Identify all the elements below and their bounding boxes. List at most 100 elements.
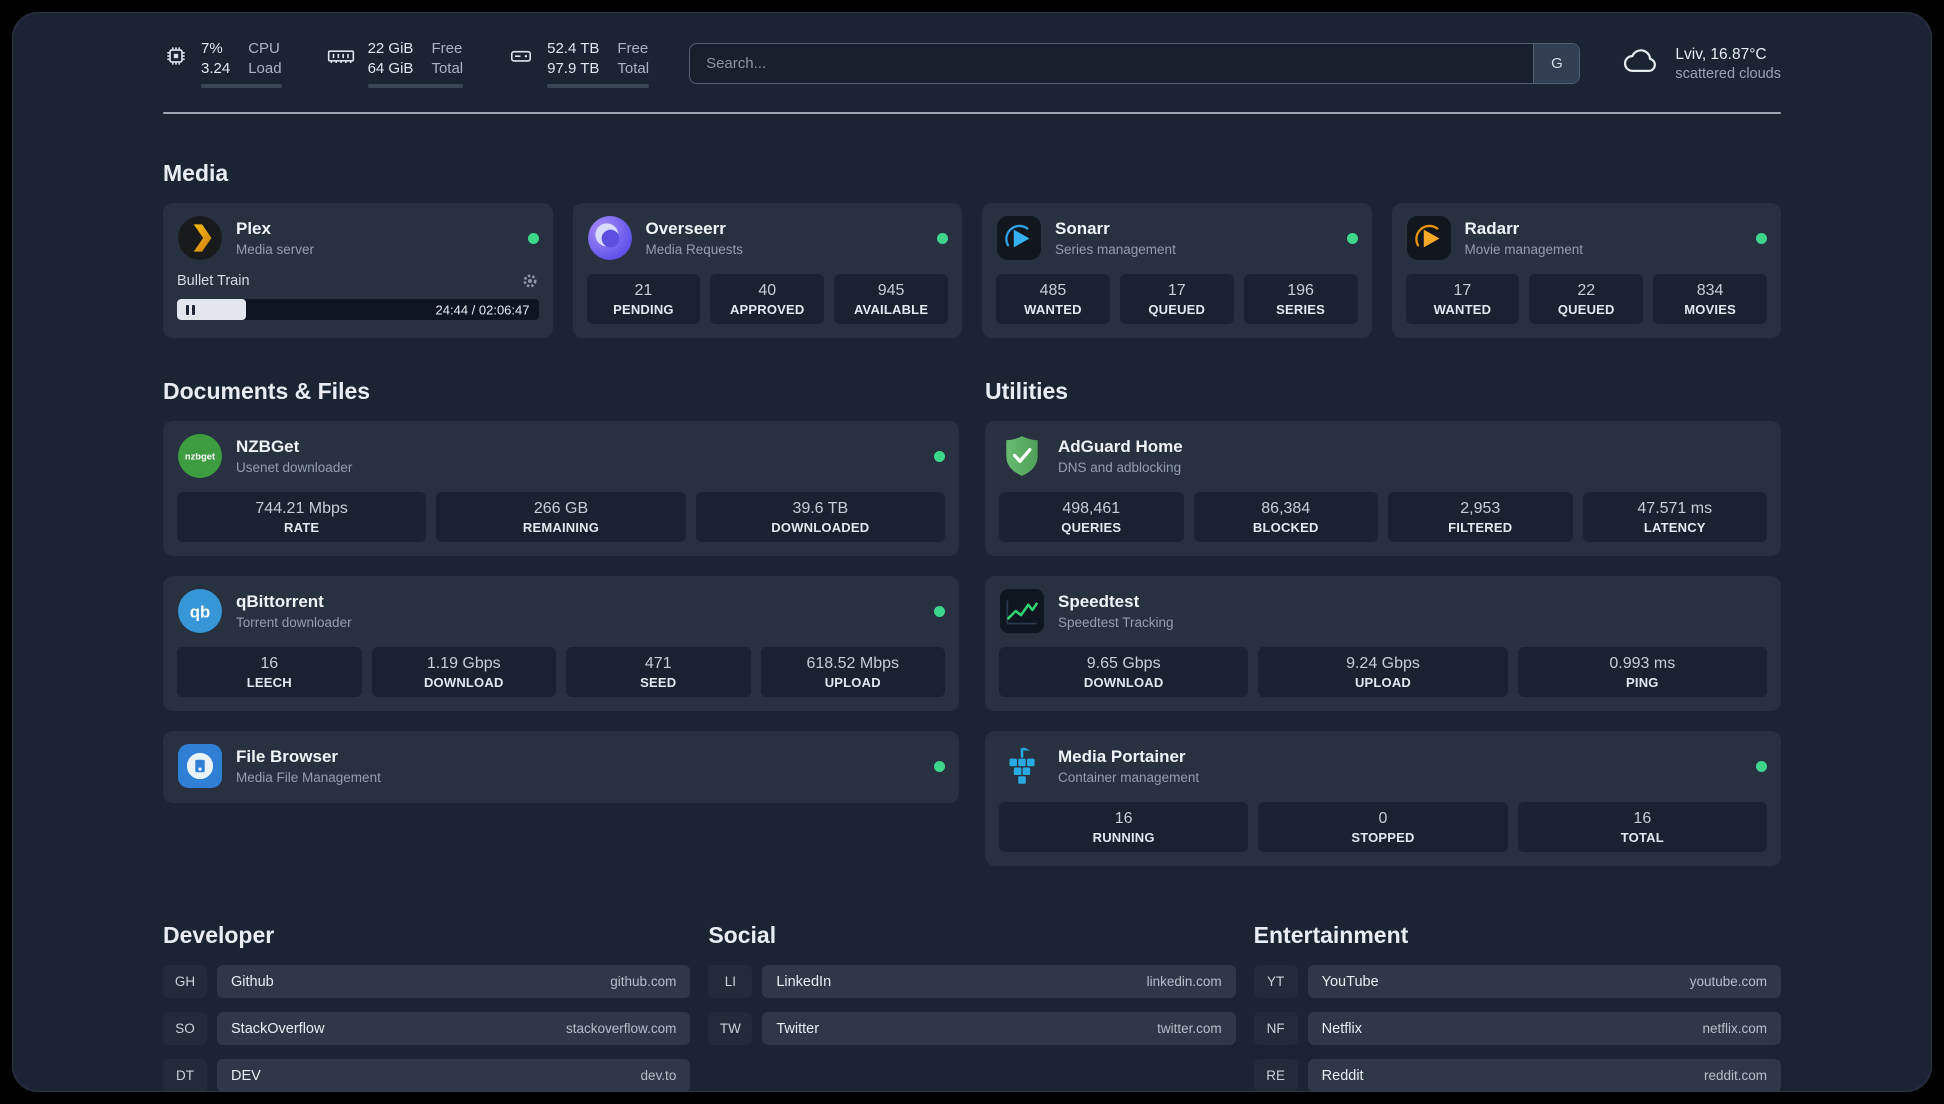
bookmark-domain: reddit.com [1703,1068,1767,1083]
cpu-progress-bar [201,84,282,88]
bookmark-abbr: YT [1253,965,1298,998]
stat-filtered: 2,953 FILTERED [1388,492,1573,542]
adguard-icon[interactable] [999,433,1045,479]
stat-approved: 40 APPROVED [710,274,825,324]
media-grid: Plex Media server Bullet Train 24:44 / 0 [163,203,1781,338]
service-name[interactable]: AdGuard Home [1058,437,1183,457]
weather-location: Lviv, 16.87°C [1675,45,1767,63]
bookmark-linkedin[interactable]: LI LinkedIn linkedin.com [708,965,1236,998]
pause-icon[interactable] [186,304,195,315]
status-dot [934,760,945,772]
service-desc: Speedtest Tracking [1058,614,1174,630]
memory-progress-bar [367,84,464,88]
plex-icon[interactable] [177,215,223,261]
bookmark-name: DEV [231,1067,261,1084]
overseerr-icon[interactable] [587,215,633,261]
service-name[interactable]: Overseerr [646,219,744,239]
bookmark-abbr: RE [1253,1059,1298,1091]
memory-label-bottom: Total [431,59,464,77]
disk-label-bottom: Total [617,59,650,77]
playback-progress-bar: 24:44 / 02:06:47 [177,299,539,320]
radarr-icon[interactable] [1406,215,1452,261]
stat-ping: 0.993 ms PING [1517,647,1767,697]
bookmark-domain: twitter.com [1157,1021,1222,1036]
service-name[interactable]: Plex [236,219,314,239]
gear-icon[interactable] [521,272,539,290]
service-name[interactable]: Media Portainer [1058,747,1199,767]
header-divider [163,112,1781,114]
service-desc: Series management [1055,241,1176,257]
service-name[interactable]: Radarr [1465,219,1584,239]
bookmark-reddit[interactable]: RE Reddit reddit.com [1253,1059,1781,1091]
bookmark-name: Netflix [1321,1020,1362,1037]
filebrowser-icon[interactable] [177,743,223,789]
section-title-utilities: Utilities [985,378,1069,404]
bookmark-dev[interactable]: DT DEV dev.to [163,1059,691,1091]
service-name[interactable]: Speedtest [1058,592,1174,612]
service-name[interactable]: qBittorrent [236,592,352,612]
bookmark-name: LinkedIn [776,973,832,990]
stat-download: 9.65 Gbps DOWNLOAD [999,647,1249,697]
stat-stopped: 0 STOPPED [1258,802,1508,852]
bookmark-domain: stackoverflow.com [566,1021,677,1036]
bookmark-name: StackOverflow [231,1020,325,1037]
disk-total: 97.9 TB [547,59,600,77]
bookmark-twitter[interactable]: TW Twitter twitter.com [708,1012,1236,1045]
bookmark-domain: youtube.com [1689,974,1767,989]
memory-icon [326,43,356,74]
service-name[interactable]: File Browser [236,747,381,767]
service-name[interactable]: NZBGet [236,437,352,457]
status-dot [527,232,539,244]
service-desc: Container management [1058,769,1200,785]
bookmark-youtube[interactable]: YT YouTube youtube.com [1253,965,1781,998]
sonarr-icon[interactable] [996,215,1042,261]
bookmark-domain: linkedin.com [1146,974,1222,989]
stat-wanted: 485 WANTED [996,274,1110,324]
service-desc: Usenet downloader [236,459,353,475]
service-name[interactable]: Sonarr [1055,219,1176,239]
section-title-entertainment: Entertainment [1253,922,1409,948]
stat-total: 16 TOTAL [1517,802,1767,852]
status-dot [937,232,948,244]
service-card-adguard: AdGuard Home DNS and adblocking 498,461 … [985,421,1781,556]
service-card-plex: Plex Media server Bullet Train 24:44 / 0 [163,203,553,338]
section-title-documents: Documents & Files [163,378,371,404]
weather-condition: scattered clouds [1675,65,1781,82]
bookmark-abbr: GH [163,965,207,998]
speedtest-icon[interactable] [999,588,1045,634]
stat-latency: 47.571 ms LATENCY [1582,492,1767,542]
cpu-label-top: CPU [248,40,280,57]
memory-total: 64 GiB [367,59,414,77]
service-card-overseerr: Overseerr Media Requests 21 PENDING 40 A… [572,203,962,338]
bookmark-domain: netflix.com [1702,1021,1767,1036]
nzbget-icon[interactable]: nzbget [177,433,223,479]
status-dot [934,605,945,617]
status-dot [1346,232,1358,244]
bookmark-github[interactable]: GH Github github.com [163,965,691,998]
stat-seed: 471 SEED [566,647,751,697]
service-card-sonarr: Sonarr Series management 485 WANTED 17 Q… [982,203,1372,338]
stat-movies: 834 MOVIES [1653,274,1767,324]
search-input[interactable] [690,44,1534,83]
bookmark-stackoverflow[interactable]: SO StackOverflow stackoverflow.com [163,1012,691,1045]
search-provider-button[interactable]: G [1533,44,1580,83]
dashboard: 7% CPU 3.24 Load 22 GiB Free 64 GiB Tota… [12,12,1932,1092]
cpu-percent: 7% [201,40,223,57]
memory-widget: 22 GiB Free 64 GiB Total [326,39,464,88]
stat-available: 945 AVAILABLE [834,274,948,324]
service-card-qbittorrent: qb qBittorrent Torrent downloader 16 LEE… [163,576,959,711]
portainer-icon[interactable] [999,743,1045,789]
disk-free: 52.4 TB [547,40,600,57]
stat-rate: 744.21 Mbps RATE [177,492,427,542]
weather-widget: Lviv, 16.87°C scattered clouds [1620,45,1781,82]
qbittorrent-icon[interactable]: qb [177,588,223,634]
disk-label-top: Free [617,40,649,57]
service-desc: Media server [236,241,315,257]
svg-text:nzbget: nzbget [185,451,216,462]
status-dot [934,450,945,462]
resource-widgets: 7% CPU 3.24 Load 22 GiB Free 64 GiB Tota… [163,39,650,88]
stat-pending: 21 PENDING [586,274,701,324]
service-desc: Media File Management [236,769,381,785]
stat-upload: 618.52 Mbps UPLOAD [760,647,945,697]
bookmark-netflix[interactable]: NF Netflix netflix.com [1253,1012,1781,1045]
